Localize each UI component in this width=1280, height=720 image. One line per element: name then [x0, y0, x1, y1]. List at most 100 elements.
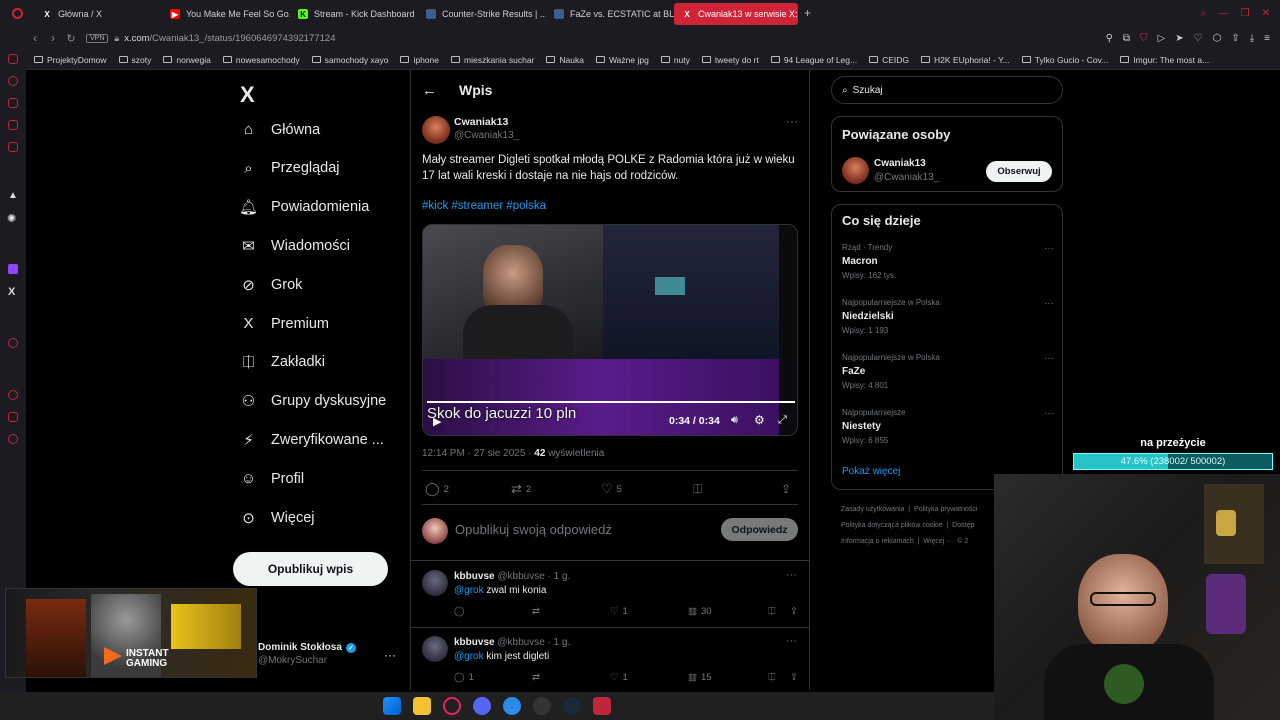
settings-icon[interactable] — [8, 434, 18, 444]
post-button[interactable]: Opublikuj wpis — [233, 552, 388, 586]
tab-3[interactable]: K Stream - Kick Dashboard — [290, 3, 418, 25]
nav-item-9[interactable]: ☺ Profil — [240, 470, 304, 487]
views-action[interactable]: ▥ 30 — [688, 606, 768, 617]
opera-gx-icon[interactable] — [443, 697, 461, 715]
bookmark-item[interactable]: Imgur: The most a... — [1120, 55, 1209, 65]
tab-active[interactable]: X Cwaniak13 w serwisie X: ... ✕ — [674, 3, 798, 25]
play-icon[interactable]: ▶ — [433, 415, 441, 428]
reply-action[interactable]: ◯ — [454, 606, 532, 617]
reply-author-name[interactable]: kbbuvse — [454, 571, 495, 582]
bookmark-item[interactable]: Ważne jpg — [595, 55, 649, 65]
nav-item-3[interactable]: ✉ Wiadomości — [240, 237, 350, 255]
sidebar-app-icon[interactable] — [8, 120, 18, 130]
x-logo-icon[interactable]: X — [240, 82, 255, 108]
nav-item-10[interactable]: ⊙ Więcej — [240, 509, 314, 527]
back-arrow-icon[interactable]: ← — [422, 82, 437, 99]
bookmark-item[interactable]: H2K EUphoria! - Y... — [921, 55, 1010, 65]
menu-icon[interactable]: ≡ — [1264, 33, 1270, 44]
bookmark-icon[interactable]: ⎅ — [693, 482, 781, 497]
bookmark-item[interactable]: mieszkania suchar — [451, 55, 534, 65]
nav-item-4[interactable]: ⊘ Grok — [240, 276, 302, 294]
history-icon[interactable] — [8, 390, 18, 400]
avatar[interactable] — [422, 636, 448, 662]
minimize-icon[interactable]: — — [1219, 8, 1229, 19]
like-action[interactable]: ♡ 5 — [601, 481, 693, 497]
sidebar-app-icon[interactable] — [8, 98, 18, 108]
trend-more-icon[interactable]: ··· — [1044, 243, 1054, 254]
sidebar-app-icon[interactable] — [8, 76, 18, 86]
bookmark-icon[interactable]: ⎅ — [768, 606, 790, 617]
volume-icon[interactable]: 🔊︎ — [731, 414, 738, 427]
bookmark-item[interactable]: nuty — [660, 55, 690, 65]
browser-logo-icon[interactable] — [0, 7, 34, 19]
follow-button[interactable]: Obserwuj — [986, 161, 1052, 182]
reply-button[interactable]: Odpowiedz — [721, 518, 798, 541]
start-icon[interactable] — [383, 697, 401, 715]
bookmark-item[interactable]: samochody xayo — [311, 55, 388, 65]
play-icon[interactable]: ▷ — [1158, 33, 1166, 44]
show-more-link[interactable]: Pokaż więcej — [842, 466, 900, 477]
download-icon[interactable]: ⤓ — [1250, 33, 1254, 44]
nav-item-1[interactable]: ⌕ Przeglądaj — [240, 160, 339, 177]
vpn-badge[interactable]: VPN — [86, 33, 109, 43]
tab-1[interactable]: X Główna / X — [34, 3, 162, 25]
nav-item-8[interactable]: ⚡︎ Zweryfikowane ... — [240, 431, 384, 449]
nav-item-5[interactable]: X Premium — [240, 315, 329, 332]
discord-icon[interactable] — [473, 697, 491, 715]
reply-action[interactable]: ◯ 1 — [454, 672, 532, 683]
tab-4[interactable]: Counter-Strike Results | ... — [418, 3, 546, 25]
bookmark-item[interactable]: tweety do rt — [701, 55, 759, 65]
trend-item[interactable]: Najpopularniejsze Niestety Wpisy: 6 855 ··· — [842, 408, 1054, 445]
like-action[interactable]: ♡ 1 — [610, 606, 688, 617]
bookmark-item[interactable]: CEIDG — [869, 55, 909, 65]
video-progress-track[interactable] — [427, 401, 795, 403]
post-author-name[interactable]: Cwaniak13 — [454, 116, 508, 128]
snapshot-icon[interactable]: ⧉ — [1123, 33, 1130, 44]
avatar[interactable] — [422, 116, 450, 144]
messenger-icon[interactable] — [503, 697, 521, 715]
trend-item[interactable]: Najpopularniejsze w Polska Niedzielski Wpi… — [842, 298, 1054, 335]
reply-action[interactable]: ◯ 2 — [425, 481, 511, 497]
nav-item-6[interactable]: ⎅ Zakładki — [240, 354, 325, 371]
bookmark-item[interactable]: ProjektyDomow — [34, 55, 107, 65]
bookmark-item[interactable]: Tylko Gucio - Cov... — [1021, 55, 1108, 65]
app-icon[interactable] — [533, 697, 551, 715]
bookmark-item[interactable]: 94 League of Leg... — [770, 55, 857, 65]
close-window-icon[interactable]: ✕ — [1262, 8, 1270, 19]
maximize-icon[interactable]: ❐ — [1241, 8, 1250, 19]
file-explorer-icon[interactable] — [413, 697, 431, 715]
reply-input[interactable]: Opublikuj swoją odpowiedź — [455, 522, 612, 537]
my-avatar[interactable] — [422, 518, 448, 544]
instant-gaming-ad[interactable]: INSTANT GAMING — [5, 588, 257, 678]
url-field[interactable]: x.com/Cwaniak13_/status/1960646974392177… — [124, 33, 335, 44]
reply-more-icon[interactable]: ··· — [786, 569, 797, 581]
reply-author-name[interactable]: kbbuvse — [454, 637, 495, 648]
heart-icon[interactable]: ♡ — [1194, 33, 1203, 44]
tab-2[interactable]: ▶ You Make Me Feel So Go... — [162, 3, 290, 25]
repost-action[interactable]: ⇄ — [532, 672, 610, 683]
reply-more-icon[interactable]: ··· — [786, 635, 797, 647]
chatgpt-icon[interactable]: ✺ — [7, 212, 16, 225]
share-icon[interactable]: ⇪ — [781, 482, 791, 496]
repost-action[interactable]: ⇄ 2 — [511, 481, 601, 497]
sidebar-app-icon[interactable] — [8, 412, 18, 422]
extensions-icon[interactable]: ⬡ — [1213, 33, 1222, 44]
sidebar-app-icon[interactable] — [8, 142, 18, 152]
avatar[interactable] — [422, 570, 448, 596]
back-icon[interactable]: ‹ — [26, 31, 44, 45]
settings-gear-icon[interactable]: ⚙ — [754, 413, 765, 427]
account-more-icon[interactable]: ··· — [384, 648, 396, 662]
nav-item-7[interactable]: ⚇ Grupy dyskusyjne — [240, 393, 386, 410]
bookmark-item[interactable]: nowesamochody — [222, 55, 300, 65]
x-logo-icon[interactable]: X — [8, 286, 15, 298]
account-switcher[interactable]: Dominik Stokłosa ✓ @MokrySuchar — [258, 642, 356, 666]
twitch-icon[interactable] — [8, 264, 18, 274]
share-icon[interactable]: ⇪ — [1231, 33, 1239, 44]
search-input[interactable]: ⌕ Szukaj — [831, 76, 1063, 104]
pin-icon[interactable]: ⚲ — [1106, 33, 1113, 44]
repost-action[interactable]: ⇄ — [532, 606, 610, 617]
trend-more-icon[interactable]: ··· — [1044, 353, 1054, 364]
post-author-handle[interactable]: @Cwaniak13_ — [454, 130, 519, 141]
search-icon[interactable]: ⌕ — [1201, 8, 1207, 19]
trend-more-icon[interactable]: ··· — [1044, 298, 1054, 309]
